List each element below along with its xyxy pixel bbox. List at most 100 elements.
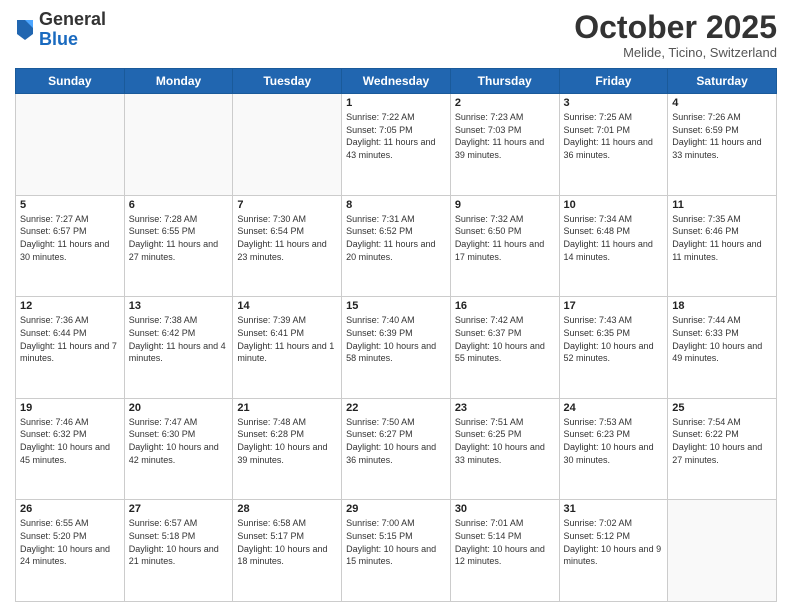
col-friday: Friday	[559, 69, 668, 94]
calendar-cell: 1 Sunrise: 7:22 AM Sunset: 7:05 PM Daylig…	[342, 94, 451, 196]
day-number: 12	[20, 300, 120, 312]
day-info: Sunrise: 7:47 AM Sunset: 6:30 PM Dayligh…	[129, 416, 229, 466]
day-number: 16	[455, 300, 555, 312]
calendar-cell: 10 Sunrise: 7:34 AM Sunset: 6:48 PM Dayli…	[559, 195, 668, 297]
col-monday: Monday	[124, 69, 233, 94]
col-sunday: Sunday	[16, 69, 125, 94]
calendar-cell: 30Sunrise: 7:01 AM Sunset: 5:14 PM Dayli…	[450, 500, 559, 602]
day-info: Sunrise: 7:46 AM Sunset: 6:32 PM Dayligh…	[20, 416, 120, 466]
day-info: Sunrise: 6:55 AM Sunset: 5:20 PM Dayligh…	[20, 517, 120, 567]
day-info: Sunrise: 7:44 AM Sunset: 6:33 PM Dayligh…	[672, 314, 772, 364]
calendar-week-5: 26Sunrise: 6:55 AM Sunset: 5:20 PM Dayli…	[16, 500, 777, 602]
day-number: 22	[346, 402, 446, 414]
title-area: October 2025 Melide, Ticino, Switzerland	[574, 10, 777, 60]
calendar-cell	[124, 94, 233, 196]
day-number: 18	[672, 300, 772, 312]
calendar: Sunday Monday Tuesday Wednesday Thursday…	[15, 68, 777, 602]
day-info: Sunrise: 7:34 AM Sunset: 6:48 PM Dayligh…	[564, 213, 664, 263]
calendar-cell: 9 Sunrise: 7:32 AM Sunset: 6:50 PM Daylig…	[450, 195, 559, 297]
col-tuesday: Tuesday	[233, 69, 342, 94]
calendar-cell: 31Sunrise: 7:02 AM Sunset: 5:12 PM Dayli…	[559, 500, 668, 602]
day-number: 28	[237, 503, 337, 515]
day-number: 3	[564, 97, 664, 109]
day-number: 11	[672, 199, 772, 211]
day-info: Sunrise: 6:58 AM Sunset: 5:17 PM Dayligh…	[237, 517, 337, 567]
calendar-cell: 8 Sunrise: 7:31 AM Sunset: 6:52 PM Daylig…	[342, 195, 451, 297]
calendar-week-4: 19 Sunrise: 7:46 AM Sunset: 6:32 PM Dayli…	[16, 398, 777, 500]
day-info: Sunrise: 7:39 AM Sunset: 6:41 PM Dayligh…	[237, 314, 337, 364]
calendar-cell: 28 Sunrise: 6:58 AM Sunset: 5:17 PM Dayli…	[233, 500, 342, 602]
logo-text: General Blue	[39, 10, 106, 50]
calendar-header-row: Sunday Monday Tuesday Wednesday Thursday…	[16, 69, 777, 94]
day-number: 1	[346, 97, 446, 109]
day-number: 6	[129, 199, 229, 211]
day-number: 4	[672, 97, 772, 109]
location: Melide, Ticino, Switzerland	[574, 45, 777, 60]
calendar-week-1: 1 Sunrise: 7:22 AM Sunset: 7:05 PM Daylig…	[16, 94, 777, 196]
day-number: 2	[455, 97, 555, 109]
calendar-cell: 3 Sunrise: 7:25 AM Sunset: 7:01 PM Daylig…	[559, 94, 668, 196]
day-number: 25	[672, 402, 772, 414]
day-info: Sunrise: 7:26 AM Sunset: 6:59 PM Dayligh…	[672, 111, 772, 161]
logo-icon	[15, 18, 35, 42]
col-wednesday: Wednesday	[342, 69, 451, 94]
calendar-cell: 14 Sunrise: 7:39 AM Sunset: 6:41 PM Dayli…	[233, 297, 342, 399]
logo-general: General	[39, 10, 106, 30]
page: General Blue October 2025 Melide, Ticino…	[0, 0, 792, 612]
calendar-cell: 15Sunrise: 7:40 AM Sunset: 6:39 PM Dayli…	[342, 297, 451, 399]
calendar-cell: 6Sunrise: 7:28 AM Sunset: 6:55 PM Daylig…	[124, 195, 233, 297]
day-number: 23	[455, 402, 555, 414]
day-number: 13	[129, 300, 229, 312]
day-info: Sunrise: 6:57 AM Sunset: 5:18 PM Dayligh…	[129, 517, 229, 567]
calendar-cell: 18 Sunrise: 7:44 AM Sunset: 6:33 PM Dayli…	[668, 297, 777, 399]
day-info: Sunrise: 7:50 AM Sunset: 6:27 PM Dayligh…	[346, 416, 446, 466]
day-info: Sunrise: 7:22 AM Sunset: 7:05 PM Dayligh…	[346, 111, 446, 161]
day-info: Sunrise: 7:31 AM Sunset: 6:52 PM Dayligh…	[346, 213, 446, 263]
day-number: 19	[20, 402, 120, 414]
day-number: 10	[564, 199, 664, 211]
calendar-cell: 2 Sunrise: 7:23 AM Sunset: 7:03 PM Daylig…	[450, 94, 559, 196]
calendar-cell: 26Sunrise: 6:55 AM Sunset: 5:20 PM Dayli…	[16, 500, 125, 602]
day-info: Sunrise: 7:35 AM Sunset: 6:46 PM Dayligh…	[672, 213, 772, 263]
calendar-cell: 16 Sunrise: 7:42 AM Sunset: 6:37 PM Dayli…	[450, 297, 559, 399]
calendar-cell: 27Sunrise: 6:57 AM Sunset: 5:18 PM Dayli…	[124, 500, 233, 602]
day-info: Sunrise: 7:48 AM Sunset: 6:28 PM Dayligh…	[237, 416, 337, 466]
day-info: Sunrise: 7:25 AM Sunset: 7:01 PM Dayligh…	[564, 111, 664, 161]
day-number: 9	[455, 199, 555, 211]
calendar-cell: 24Sunrise: 7:53 AM Sunset: 6:23 PM Dayli…	[559, 398, 668, 500]
calendar-cell: 20 Sunrise: 7:47 AM Sunset: 6:30 PM Dayli…	[124, 398, 233, 500]
day-info: Sunrise: 7:30 AM Sunset: 6:54 PM Dayligh…	[237, 213, 337, 263]
day-info: Sunrise: 7:32 AM Sunset: 6:50 PM Dayligh…	[455, 213, 555, 263]
day-info: Sunrise: 7:51 AM Sunset: 6:25 PM Dayligh…	[455, 416, 555, 466]
month-title: October 2025	[574, 10, 777, 45]
day-number: 24	[564, 402, 664, 414]
day-info: Sunrise: 7:01 AM Sunset: 5:14 PM Dayligh…	[455, 517, 555, 567]
day-info: Sunrise: 7:23 AM Sunset: 7:03 PM Dayligh…	[455, 111, 555, 161]
calendar-cell: 5 Sunrise: 7:27 AM Sunset: 6:57 PM Daylig…	[16, 195, 125, 297]
calendar-cell	[668, 500, 777, 602]
day-number: 5	[20, 199, 120, 211]
day-number: 20	[129, 402, 229, 414]
day-number: 7	[237, 199, 337, 211]
calendar-cell: 11 Sunrise: 7:35 AM Sunset: 6:46 PM Dayli…	[668, 195, 777, 297]
day-info: Sunrise: 7:42 AM Sunset: 6:37 PM Dayligh…	[455, 314, 555, 364]
calendar-cell: 25Sunrise: 7:54 AM Sunset: 6:22 PM Dayli…	[668, 398, 777, 500]
day-number: 29	[346, 503, 446, 515]
day-info: Sunrise: 7:27 AM Sunset: 6:57 PM Dayligh…	[20, 213, 120, 263]
day-number: 31	[564, 503, 664, 515]
calendar-cell: 23 Sunrise: 7:51 AM Sunset: 6:25 PM Dayli…	[450, 398, 559, 500]
calendar-cell: 17Sunrise: 7:43 AM Sunset: 6:35 PM Dayli…	[559, 297, 668, 399]
day-number: 8	[346, 199, 446, 211]
col-saturday: Saturday	[668, 69, 777, 94]
calendar-cell: 7 Sunrise: 7:30 AM Sunset: 6:54 PM Daylig…	[233, 195, 342, 297]
day-info: Sunrise: 7:36 AM Sunset: 6:44 PM Dayligh…	[20, 314, 120, 364]
calendar-cell: 29Sunrise: 7:00 AM Sunset: 5:15 PM Dayli…	[342, 500, 451, 602]
calendar-week-2: 5 Sunrise: 7:27 AM Sunset: 6:57 PM Daylig…	[16, 195, 777, 297]
calendar-week-3: 12 Sunrise: 7:36 AM Sunset: 6:44 PM Dayli…	[16, 297, 777, 399]
day-info: Sunrise: 7:38 AM Sunset: 6:42 PM Dayligh…	[129, 314, 229, 364]
day-number: 15	[346, 300, 446, 312]
logo-blue: Blue	[39, 30, 106, 50]
logo: General Blue	[15, 10, 106, 50]
day-number: 14	[237, 300, 337, 312]
day-info: Sunrise: 7:43 AM Sunset: 6:35 PM Dayligh…	[564, 314, 664, 364]
